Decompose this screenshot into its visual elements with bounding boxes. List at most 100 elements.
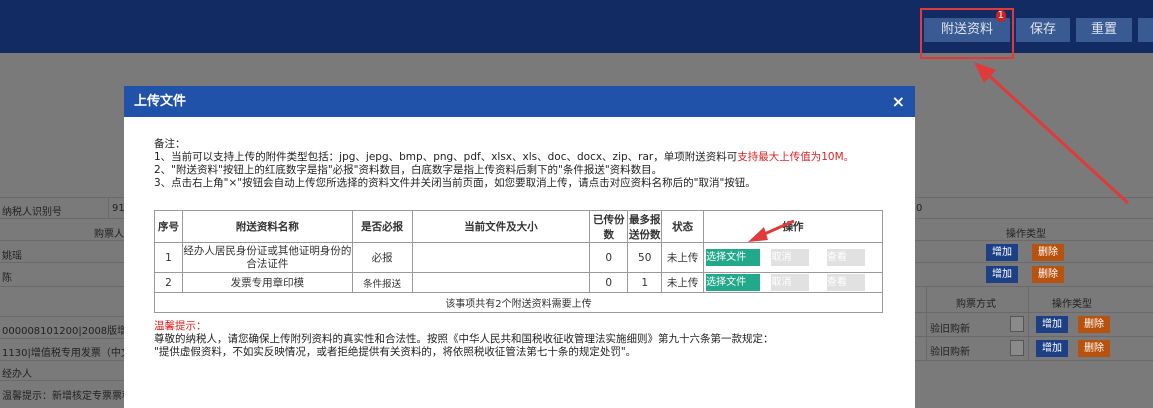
row-max: 50 [627, 242, 663, 273]
bg-divider [0, 197, 124, 198]
dialog-title: 上传文件 [134, 94, 187, 109]
bg-divider [0, 218, 124, 219]
bg-divider [915, 218, 1153, 219]
row-file [411, 272, 591, 293]
op-type-header: 操作类型 [1006, 229, 1046, 240]
row-name: 经办人居民身份证或其他证明身份的合法证件 [181, 242, 353, 273]
taxpayer-id-label: 纳税人识别号 [2, 207, 62, 218]
col-name: 附送资料名称 [181, 210, 353, 243]
row-actions: 选择文件 取消 查看 [703, 242, 883, 273]
col-status: 状态 [661, 210, 705, 243]
bg-divider [915, 336, 1153, 337]
bg-divider [0, 286, 124, 287]
add-button[interactable]: 增加 [986, 266, 1018, 283]
row-status: 未上传 [661, 242, 705, 273]
taxpayer-id-value: 91 [112, 203, 125, 214]
dialog-header: 上传文件 × [124, 86, 915, 117]
note-line-1-text: 1、当前可以支持上传的附件类型包括：jpg、jepg、bmp、png、pdf、x… [154, 151, 738, 163]
bg-divider [0, 360, 124, 361]
col-max: 最多报送份数 [627, 210, 663, 243]
bg-divider [915, 240, 1153, 241]
buy-method-dropdown[interactable] [1010, 340, 1024, 356]
note-line-1: 1、当前可以支持上传的附件类型包括：jpg、jepg、bmp、png、pdf、x… [154, 151, 894, 164]
annotation-arrowhead [974, 62, 996, 83]
notes-heading: 备注： [154, 138, 186, 150]
add-button[interactable]: 增加 [1036, 340, 1068, 357]
op-type-header: 操作类型 [1052, 299, 1092, 310]
bg-divider [108, 197, 109, 219]
cancel-button[interactable]: 取消 [771, 274, 810, 291]
row-actions: 选择文件 取消 查看 [703, 272, 883, 293]
buy-method-dropdown[interactable] [1010, 316, 1024, 332]
bg-divider [1028, 286, 1029, 360]
warning-line-2: "提供虚假资料，不如实反映情况，或者拒绝提供有关资料的，将依照税收征管法第七十条… [154, 346, 637, 358]
table-header-row: 序号 附送资料名称 是否必报 当前文件及大小 已传份数 最多报送份数 状态 操作 [154, 210, 883, 243]
add-button[interactable]: 增加 [1036, 316, 1068, 333]
delete-button[interactable]: 删除 [1032, 244, 1064, 261]
note-line-3: 3、点击右上角"×"按钮会自动上传您所选择的资料文件并关闭当前页面，如您要取消上… [154, 177, 756, 189]
annotation-highlight-box [920, 8, 1014, 59]
warning-line-1: 尊敬的纳税人，请您确保上传附列资料的真实性和合法性。按照《中华人民共和国税收征收… [154, 333, 774, 345]
bg-divider [915, 286, 1153, 287]
col-ops: 操作 [703, 210, 883, 243]
table-footer-row: 该事项共有2个附送资料需要上传 [154, 292, 883, 313]
agent-label: 经办人 [2, 369, 32, 380]
buyer-row2-name: 陈 [2, 273, 12, 284]
attachments-table: 序号 附送资料名称 是否必报 当前文件及大小 已传份数 最多报送份数 状态 操作… [154, 210, 883, 313]
bg-divider [0, 338, 124, 339]
buy-method-value[interactable]: 验旧购新 [930, 320, 970, 335]
bg-divider [926, 286, 927, 360]
row-status: 未上传 [661, 272, 705, 293]
choose-file-button[interactable]: 选择文件 [706, 249, 761, 266]
bg-divider [915, 360, 1153, 361]
col-uploaded: 已传份数 [589, 210, 629, 243]
note-line-2: 2、"附送资料"按钮上的红底数字是指"必报"资料数目，白底数字是指上传资料后剩下… [154, 164, 663, 176]
view-button[interactable]: 查看 [826, 249, 865, 266]
tip-fragment: 温馨提示：新增核定专票票种和 [2, 391, 142, 402]
table-row: 1 经办人居民身份证或其他证明身份的合法证件 必报 0 50 未上传 选择文件 … [154, 242, 883, 273]
delete-button[interactable]: 删除 [1032, 266, 1064, 283]
more-toolbar-button[interactable] [1138, 18, 1153, 42]
note-line-1-highlight: 支持最大上传值为10M。 [737, 151, 855, 163]
row-uploaded: 0 [589, 272, 629, 293]
invoice-row1: 000008101200|2008版增值 [2, 326, 138, 337]
row-file [411, 242, 591, 273]
warning-title: 温馨提示： [154, 320, 207, 332]
invoice-row2: 1130|增值税专用发票（中文 [2, 348, 131, 359]
row-required: 必报 [351, 242, 413, 273]
table-row: 2 发票专用章印模 条件报送 0 1 未上传 选择文件 取消 查看 [154, 272, 883, 293]
bg-divider [0, 380, 124, 381]
cancel-button[interactable]: 取消 [771, 249, 810, 266]
choose-file-button[interactable]: 选择文件 [706, 274, 761, 291]
bg-divider [915, 312, 1153, 313]
bg-divider [0, 316, 124, 317]
delete-button[interactable]: 删除 [1078, 316, 1110, 333]
bg-divider [915, 197, 1153, 198]
add-button[interactable]: 增加 [986, 244, 1018, 261]
buy-method-value[interactable]: 验旧购新 [930, 343, 970, 358]
col-seq: 序号 [154, 210, 183, 243]
reset-button[interactable]: 重置 [1076, 18, 1132, 42]
buyer-row1-name: 姚瑶 [2, 251, 22, 262]
row-seq: 2 [154, 272, 183, 293]
bg-divider [915, 262, 1153, 263]
field-fragment: 0 [916, 203, 923, 214]
row-required: 条件报送 [351, 272, 413, 293]
bg-divider [0, 262, 124, 263]
notes-section: 备注： 1、当前可以支持上传的附件类型包括：jpg、jepg、bmp、png、p… [154, 138, 894, 190]
view-button[interactable]: 查看 [826, 274, 865, 291]
row-name: 发票专用章印模 [181, 272, 353, 293]
row-max: 1 [627, 272, 663, 293]
table-footer: 该事项共有2个附送资料需要上传 [154, 292, 883, 313]
delete-button[interactable]: 删除 [1078, 340, 1110, 357]
close-icon[interactable]: × [892, 86, 905, 117]
row-uploaded: 0 [589, 242, 629, 273]
buyer-column-header: 购票人 [94, 229, 124, 240]
row-seq: 1 [154, 242, 183, 273]
save-button[interactable]: 保存 [1016, 18, 1070, 42]
col-required: 是否必报 [351, 210, 413, 243]
col-file: 当前文件及大小 [411, 210, 591, 243]
buy-method-header: 购票方式 [956, 299, 996, 310]
upload-file-dialog: 上传文件 × 备注： 1、当前可以支持上传的附件类型包括：jpg、jepg、bm… [124, 86, 915, 408]
warning-section: 温馨提示： 尊敬的纳税人，请您确保上传附列资料的真实性和合法性。按照《中华人民共… [154, 320, 894, 359]
